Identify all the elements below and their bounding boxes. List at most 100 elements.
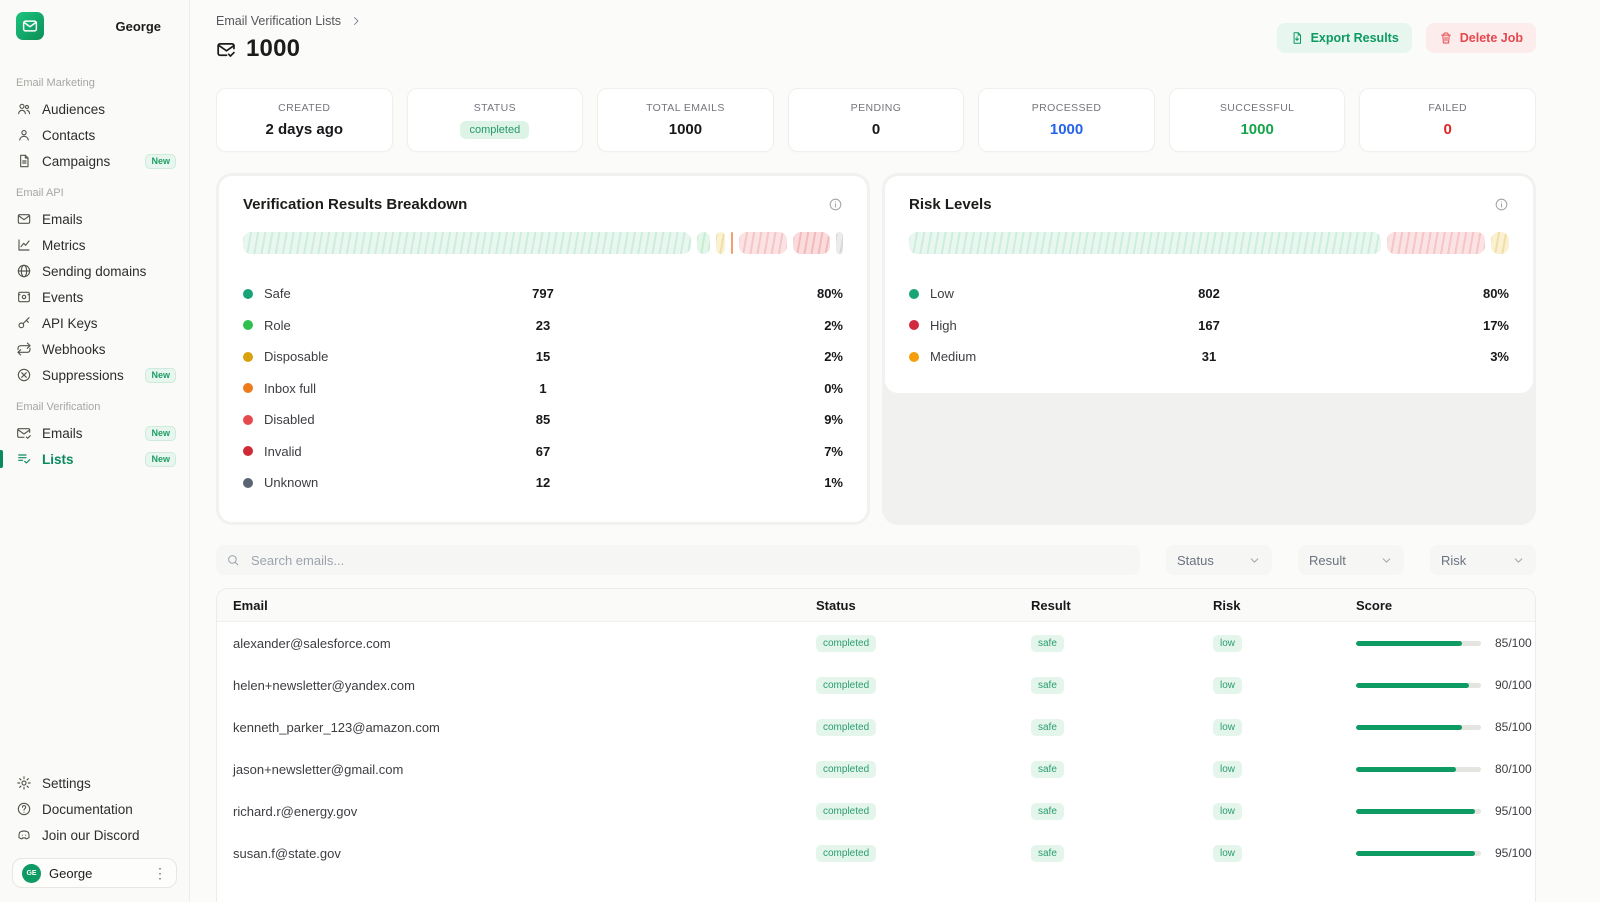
inbox-full-dot: [243, 383, 253, 393]
sidebar-item-verification-emails[interactable]: Emails New: [0, 420, 189, 446]
help-icon: [16, 801, 32, 817]
legend-percent: 17%: [1249, 318, 1509, 333]
table-row[interactable]: alexander@salesforce.com completed safe …: [217, 622, 1535, 664]
stat-label: SUCCESSFUL: [1220, 102, 1295, 114]
sidebar-item-lists[interactable]: Lists New: [0, 446, 189, 472]
status-filter-dropdown[interactable]: Status: [1166, 545, 1272, 575]
contact-icon: [16, 127, 32, 143]
metrics-icon: [16, 237, 32, 253]
sidebar-item-documentation[interactable]: Documentation: [0, 796, 189, 822]
campaigns-icon: [16, 153, 32, 169]
stat-label: PENDING: [851, 102, 902, 114]
legend-count: 1: [503, 381, 583, 396]
result-filter-dropdown[interactable]: Result: [1298, 545, 1404, 575]
score-label: 90/100: [1495, 678, 1532, 692]
discord-icon: [16, 827, 32, 843]
table-row[interactable]: kenneth_parker_123@amazon.com completed …: [217, 706, 1535, 748]
legend-label: Role: [264, 318, 291, 333]
legend-row-inbox-full: Inbox full 1 0%: [243, 373, 843, 405]
globe-icon: [16, 263, 32, 279]
stat-card-failed: FAILED 0: [1359, 88, 1536, 152]
bar-segment-inbox-full: [731, 232, 733, 254]
sidebar-item-suppressions[interactable]: Suppressions New: [0, 362, 189, 388]
search-input[interactable]: [249, 552, 1130, 569]
status-badge: completed: [816, 761, 876, 778]
score-label: 95/100: [1495, 846, 1532, 860]
table-row[interactable]: helen+newsletter@yandex.com completed sa…: [217, 664, 1535, 706]
sidebar-item-webhooks[interactable]: Webhooks: [0, 336, 189, 362]
sidebar-item-contacts[interactable]: Contacts: [0, 122, 189, 148]
legend-label: Safe: [264, 286, 291, 301]
result-badge: safe: [1031, 677, 1064, 694]
sidebar-item-audiences[interactable]: Audiences: [0, 96, 189, 122]
score-cell: 85/100: [1356, 720, 1532, 734]
risk-levels-card: Risk Levels Low 802 80% High 167 17%: [885, 176, 1533, 393]
legend-count: 31: [1169, 349, 1249, 364]
legend-percent: 3%: [1249, 349, 1509, 364]
legend-row-safe: Safe 797 80%: [243, 278, 843, 310]
legend-row-role: Role 23 2%: [243, 310, 843, 342]
header-actions: Export Results Delete Job: [1277, 14, 1536, 53]
breadcrumb[interactable]: Email Verification Lists: [216, 14, 362, 28]
avatar: GE: [22, 864, 41, 883]
risk-filter-dropdown[interactable]: Risk: [1430, 545, 1536, 575]
info-icon[interactable]: [828, 197, 843, 212]
sidebar-item-metrics[interactable]: Metrics: [0, 232, 189, 258]
status-filter-label: Status: [1177, 553, 1214, 568]
score-bar-track: [1356, 683, 1481, 688]
table-row[interactable]: jason+newsletter@gmail.com completed saf…: [217, 748, 1535, 790]
sidebar-item-campaigns[interactable]: Campaigns New: [0, 148, 189, 174]
stat-value: 1000: [669, 121, 702, 138]
list-check-icon: [16, 451, 32, 467]
email-cell: alexander@salesforce.com: [233, 636, 816, 651]
bar-segment-disposable: [716, 232, 724, 254]
email-cell: jason+newsletter@gmail.com: [233, 762, 816, 777]
mail-icon: [16, 211, 32, 227]
sidebar-item-emails[interactable]: Emails: [0, 206, 189, 232]
legend-count: 167: [1169, 318, 1249, 333]
bar-segment-role: [697, 232, 710, 254]
sidebar-item-discord[interactable]: Join our Discord: [0, 822, 189, 848]
export-results-button[interactable]: Export Results: [1277, 23, 1412, 53]
delete-job-button[interactable]: Delete Job: [1426, 23, 1536, 53]
app-logo[interactable]: [16, 12, 44, 40]
mail-logo-icon: [21, 17, 39, 35]
search-box[interactable]: [216, 545, 1140, 575]
sidebar-item-label: Campaigns: [42, 154, 135, 169]
legend-label: Unknown: [264, 475, 318, 490]
stat-card-successful: SUCCESSFUL 1000: [1169, 88, 1346, 152]
sidebar-item-events[interactable]: Events: [0, 284, 189, 310]
email-cell: richard.r@energy.gov: [233, 804, 816, 819]
score-label: 85/100: [1495, 720, 1532, 734]
sidebar-item-label: Settings: [42, 776, 176, 791]
legend-label: Invalid: [264, 444, 302, 459]
legend-row-low: Low 802 80%: [909, 278, 1509, 310]
sidebar-item-label: Lists: [42, 452, 135, 467]
stat-label: CREATED: [278, 102, 330, 114]
table-row[interactable]: richard.r@energy.gov completed safe low …: [217, 790, 1535, 832]
sidebar-item-api-keys[interactable]: API Keys: [0, 310, 189, 336]
stat-label: PROCESSED: [1032, 102, 1102, 114]
info-icon[interactable]: [1494, 197, 1509, 212]
breadcrumb-label[interactable]: Email Verification Lists: [216, 14, 341, 28]
table-row[interactable]: susan.f@state.gov completed safe low 95/…: [217, 832, 1535, 874]
search-icon: [226, 553, 240, 567]
legend-row-high: High 167 17%: [909, 310, 1509, 342]
sidebar-item-sending-domains[interactable]: Sending domains: [0, 258, 189, 284]
status-badge: completed: [816, 803, 876, 820]
card-title: Verification Results Breakdown: [243, 196, 467, 213]
column-header-result: Result: [1031, 598, 1213, 613]
risk-card-shell: Risk Levels Low 802 80% High 167 17%: [882, 173, 1536, 525]
safe-dot: [243, 289, 253, 299]
new-badge: New: [145, 368, 176, 383]
kebab-menu-icon[interactable]: ⋮: [153, 866, 167, 880]
user-name: George: [49, 866, 145, 881]
sidebar-header: George: [0, 12, 189, 40]
page-header-left: Email Verification Lists 1000: [216, 14, 362, 63]
user-menu[interactable]: GE George ⋮: [12, 858, 177, 888]
sidebar-item-settings[interactable]: Settings: [0, 770, 189, 796]
sidebar-item-label: Webhooks: [42, 342, 176, 357]
sidebar-item-label: Join our Discord: [42, 828, 176, 843]
legend-count: 67: [503, 444, 583, 459]
legend-row-disposable: Disposable 15 2%: [243, 341, 843, 373]
